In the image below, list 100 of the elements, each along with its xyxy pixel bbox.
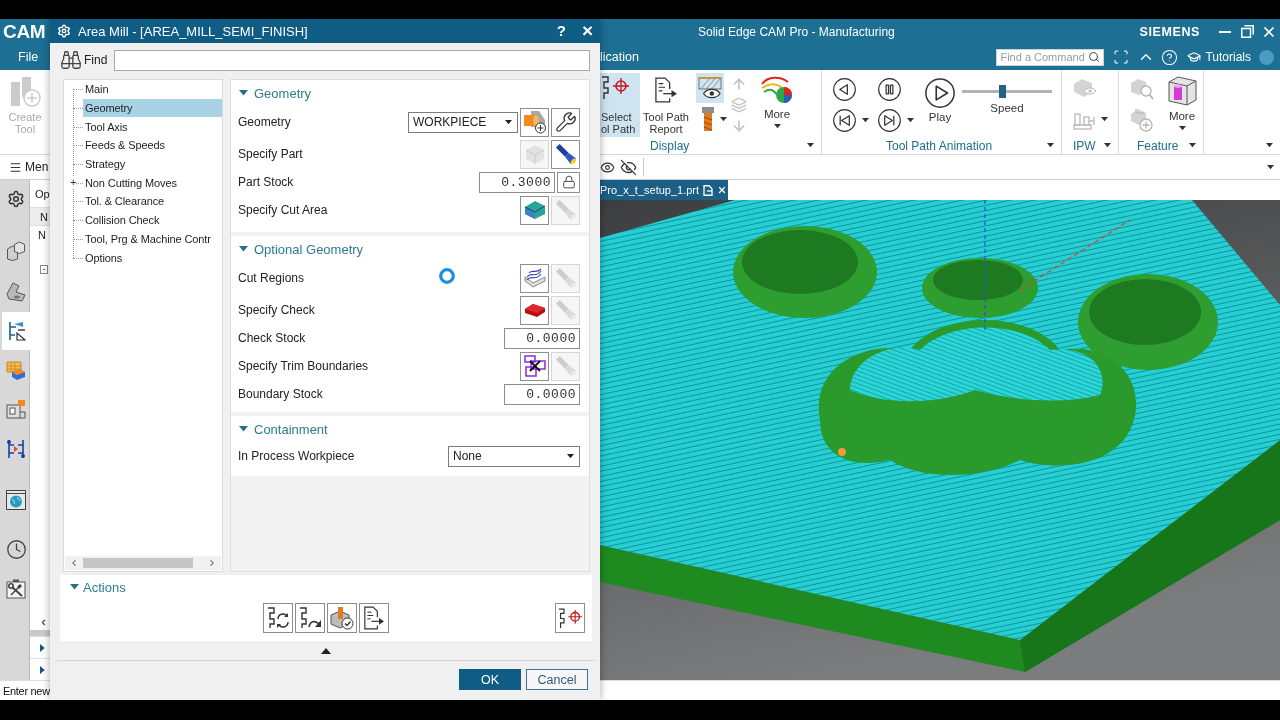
app-logo: CAM [3,20,46,43]
hatched-eye-icon [698,77,722,99]
play-icon [925,78,955,108]
tree-curved-arrow-icon [298,606,322,630]
tree-item[interactable]: Tol. & Clearance [83,192,222,211]
wavy-surface-icon [523,267,546,289]
select-geometry-button[interactable] [520,351,549,381]
tree-item[interactable]: Main [83,80,222,99]
flashlight-icon [554,199,577,221]
field-label: Geometry [238,115,291,129]
path-display-button[interactable] [696,73,724,103]
section-header[interactable]: Actions [60,575,592,599]
caret-right-icon [40,665,45,674]
lock-button[interactable] [557,171,580,193]
select-geometry-button[interactable] [520,263,549,293]
toolbox-icon [6,579,26,599]
binoculars-icon [60,49,82,71]
tool-path-report-button[interactable]: Tool Path Report [642,73,690,137]
help-icon[interactable] [1161,48,1179,66]
select-path-button[interactable] [555,603,585,633]
menu-button[interactable]: Men [9,160,49,174]
fullscreen-icon[interactable] [1113,49,1130,65]
tree-item[interactable]: Collision Check [83,211,222,230]
tutorials-button[interactable]: Tutorials [1187,50,1251,64]
title-bar-button[interactable]: ? [554,21,568,41]
field-label: Specify Trim Boundaries [238,359,369,373]
expander-toggle[interactable]: + [70,177,77,189]
network-icon [6,439,26,459]
blocks-icon [6,241,26,261]
play-button[interactable]: Play [923,78,957,123]
number-field[interactable]: 0.0000 [504,383,580,405]
section-header[interactable]: Containment [238,416,580,442]
skip-forward-icon[interactable] [878,109,901,132]
generate-button[interactable] [263,603,293,633]
chevron-right-icon[interactable] [207,558,217,568]
tree-item[interactable]: Non Cutting Moves [83,173,222,192]
eye-icon[interactable] [600,159,615,175]
title-bar-button[interactable]: × [579,21,595,41]
menu-icon [9,160,22,174]
flashlight-icon [554,299,577,321]
section-header[interactable]: Optional Geometry [238,236,580,262]
skip-back-icon[interactable] [833,109,856,132]
chevron-left-icon[interactable] [69,558,79,568]
caret-down-icon [1047,143,1054,148]
find-label: Find [84,53,108,67]
number-field[interactable]: 0.3000 [479,171,555,193]
section-header[interactable]: Geometry [238,80,580,106]
select-geometry-button[interactable] [520,295,549,325]
gear-icon [7,190,25,208]
document-icon [703,184,714,196]
replay-button[interactable] [295,603,325,633]
tree-crosshair-icon [558,607,582,629]
edit-button[interactable] [551,107,580,137]
select-tool-path-button[interactable]: Select ol Path [600,73,640,137]
scrollbar-thumb[interactable] [83,558,193,568]
list-button[interactable] [359,603,389,633]
more-button[interactable]: More [759,76,795,129]
find-field[interactable] [114,49,590,71]
create-button[interactable] [520,107,549,137]
tree-item[interactable]: Geometry [83,99,222,118]
tree-item[interactable]: Feeds & Speeds [83,136,222,155]
field-label: Specify Cut Area [238,203,328,217]
minimize-icon [1219,30,1231,33]
flashlight-icon [554,355,577,377]
caret-right-icon [40,643,45,652]
horizontal-scrollbar[interactable] [65,556,221,570]
tree-item[interactable]: Strategy [83,155,222,174]
tree-item[interactable]: Options [83,248,222,267]
caret-down-icon [720,116,727,122]
group-label: IPW [1073,138,1096,153]
dialog-button[interactable]: OK [459,669,521,690]
caret-down-icon [1267,164,1274,170]
end-mill-icon [702,107,714,131]
dropdown[interactable]: WORKPIECE [408,111,518,133]
dropdown[interactable]: None [448,445,580,467]
verify-button[interactable] [327,603,357,633]
caret-down-icon [1104,143,1111,148]
number-field[interactable]: 0.0000 [504,327,580,349]
pause-icon[interactable] [878,78,901,101]
tree-item[interactable]: Tool Axis [83,117,222,136]
expander-toggle[interactable]: - [40,265,48,274]
chevron-left-icon[interactable] [39,617,48,627]
display-button[interactable] [551,139,580,169]
step-back-icon[interactable] [833,78,856,101]
close-icon[interactable] [717,185,728,195]
tree-item[interactable]: Tool, Prg & Machine Contr [83,229,222,248]
layered-grid-icon [6,361,26,381]
menu-tab[interactable]: lication [600,50,639,64]
menu-tab[interactable]: File [18,50,39,64]
field-label: Boundary Stock [238,387,323,401]
document-tab[interactable]: Pro_x_t_setup_1.prt [600,180,728,200]
eye-off-icon[interactable] [620,158,637,176]
flashlight-icon [554,143,577,165]
dialog-button[interactable]: Cancel [526,669,588,690]
horizontal-scrollbar[interactable] [30,630,50,636]
command-search-field[interactable]: Find a Command [996,48,1105,66]
caret-down-icon [505,119,512,125]
navigator-tab[interactable] [2,312,30,350]
cube-icon [524,144,545,164]
slider-thumb[interactable] [998,85,1006,98]
